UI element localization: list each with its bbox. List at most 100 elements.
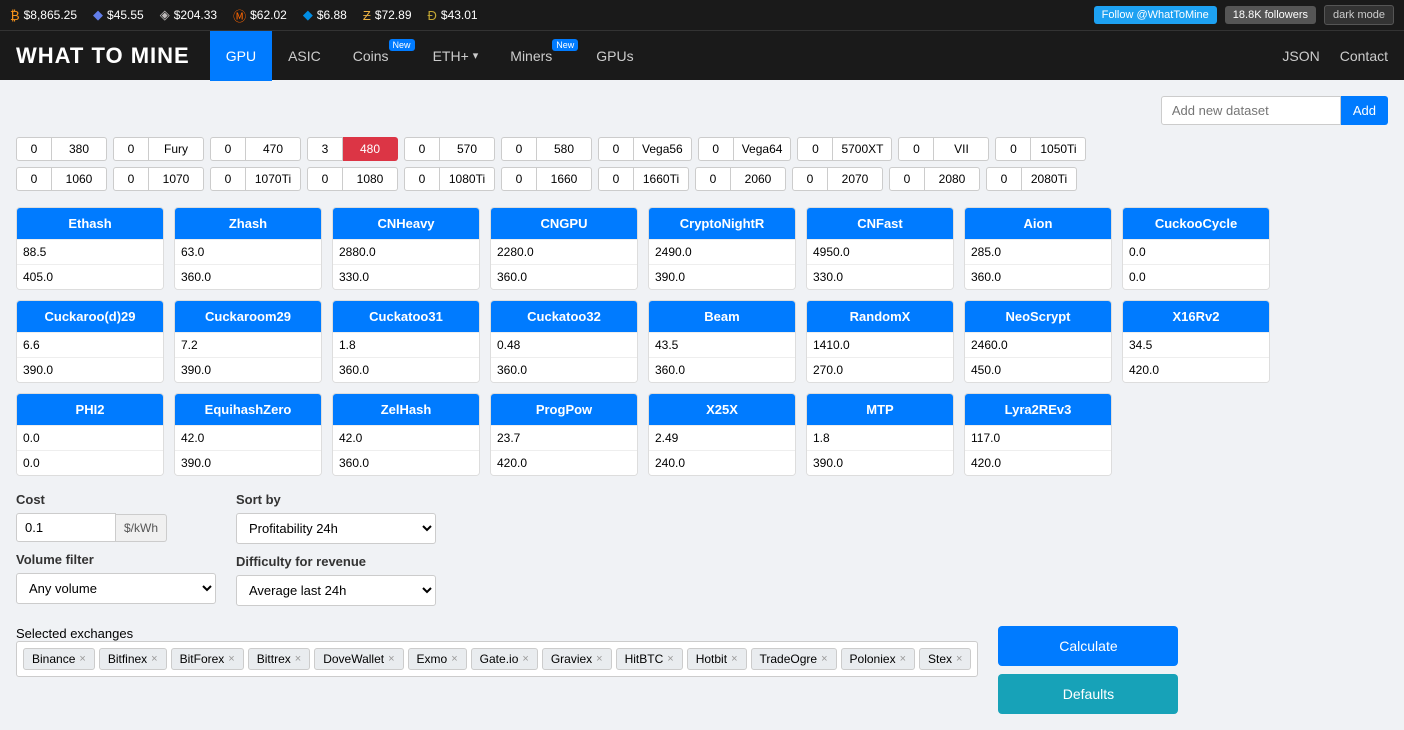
algo-power-input-x16rv2[interactable] xyxy=(1123,358,1270,382)
algo-power-input-beam[interactable] xyxy=(649,358,796,382)
gpu-count-1660[interactable] xyxy=(501,167,537,191)
algo-hashrate-input-cuckcocycle[interactable] xyxy=(1123,240,1270,264)
algo-hashrate-input-cuckatoo31[interactable] xyxy=(333,333,480,357)
difficulty-select[interactable]: Average last 24h Current difficulty Aver… xyxy=(236,575,436,606)
gpu-count-vii[interactable] xyxy=(898,137,934,161)
gpu-count-1070[interactable] xyxy=(113,167,149,191)
algo-hashrate-input-progpow[interactable] xyxy=(491,426,638,450)
algo-hashrate-input-cuckarood29[interactable] xyxy=(17,333,164,357)
tab-ethplus[interactable]: ETH+ ▾ xyxy=(417,31,495,81)
gpu-count-2060[interactable] xyxy=(695,167,731,191)
algo-hashrate-input-cngpu[interactable] xyxy=(491,240,638,264)
gpu-count-470[interactable] xyxy=(210,137,246,161)
algo-header-aion[interactable]: Aion xyxy=(965,208,1111,239)
tab-asic[interactable]: ASIC xyxy=(272,31,337,81)
exchange-remove-stex[interactable]: × xyxy=(956,653,962,665)
algo-power-input-cnheavy[interactable] xyxy=(333,265,480,289)
algo-header-equihashzero[interactable]: EquihashZero xyxy=(175,394,321,425)
algo-hashrate-input-ethash[interactable] xyxy=(17,240,164,264)
algo-header-x16rv2[interactable]: X16Rv2 xyxy=(1123,301,1269,332)
algo-power-input-lyra2rev3[interactable] xyxy=(965,451,1112,475)
tab-coins[interactable]: Coins New xyxy=(337,31,417,81)
algo-hashrate-input-x16rv2[interactable] xyxy=(1123,333,1270,357)
gpu-count-580[interactable] xyxy=(501,137,537,161)
algo-hashrate-input-lyra2rev3[interactable] xyxy=(965,426,1112,450)
algo-header-cngpu[interactable]: CNGPU xyxy=(491,208,637,239)
algo-header-cuckaroom29[interactable]: Cuckaroom29 xyxy=(175,301,321,332)
gpu-count-2080ti[interactable] xyxy=(986,167,1022,191)
gpu-count-fury[interactable] xyxy=(113,137,149,161)
sort-select[interactable]: Profitability 24h Profitability 1h Reven… xyxy=(236,513,436,544)
algo-header-phi2[interactable]: PHI2 xyxy=(17,394,163,425)
exchange-remove-graviex[interactable]: × xyxy=(596,653,602,665)
add-dataset-button[interactable]: Add xyxy=(1341,96,1388,125)
cost-input[interactable] xyxy=(16,513,116,542)
algo-power-input-cuckatoo31[interactable] xyxy=(333,358,480,382)
gpu-count-vega64[interactable] xyxy=(698,137,734,161)
exchange-remove-bittrex[interactable]: × xyxy=(295,653,301,665)
gpu-count-1080[interactable] xyxy=(307,167,343,191)
gpu-count-1070ti[interactable] xyxy=(210,167,246,191)
algo-header-zelhash[interactable]: ZelHash xyxy=(333,394,479,425)
algo-power-input-cuckarood29[interactable] xyxy=(17,358,164,382)
algo-power-input-randomx[interactable] xyxy=(807,358,954,382)
algo-header-cnfast[interactable]: CNFast xyxy=(807,208,953,239)
algo-power-input-x25x[interactable] xyxy=(649,451,796,475)
exchange-remove-hotbit[interactable]: × xyxy=(731,653,737,665)
algo-hashrate-input-cuckaroom29[interactable] xyxy=(175,333,322,357)
algo-hashrate-input-cnheavy[interactable] xyxy=(333,240,480,264)
algo-header-beam[interactable]: Beam xyxy=(649,301,795,332)
algo-hashrate-input-mtp[interactable] xyxy=(807,426,954,450)
algo-header-cuckarood29[interactable]: Cuckaroo(d)29 xyxy=(17,301,163,332)
gpu-count-2070[interactable] xyxy=(792,167,828,191)
gpu-count-1060[interactable] xyxy=(16,167,52,191)
algo-header-neoscrypt[interactable]: NeoScrypt xyxy=(965,301,1111,332)
algo-power-input-aion[interactable] xyxy=(965,265,1112,289)
dataset-input[interactable] xyxy=(1161,96,1341,125)
nav-json[interactable]: JSON xyxy=(1282,48,1319,64)
algo-power-input-cuckaroom29[interactable] xyxy=(175,358,322,382)
calculate-button[interactable]: Calculate xyxy=(998,626,1178,666)
algo-hashrate-input-cnfast[interactable] xyxy=(807,240,954,264)
algo-header-cnheavy[interactable]: CNHeavy xyxy=(333,208,479,239)
exchange-remove-tradeogre[interactable]: × xyxy=(821,653,827,665)
nav-contact[interactable]: Contact xyxy=(1340,48,1388,64)
gpu-count-1660ti[interactable] xyxy=(598,167,634,191)
algo-header-x25x[interactable]: X25X xyxy=(649,394,795,425)
algo-power-input-cngpu[interactable] xyxy=(491,265,638,289)
algo-power-input-cuckcocycle[interactable] xyxy=(1123,265,1270,289)
algo-hashrate-input-phi2[interactable] xyxy=(17,426,164,450)
algo-power-input-mtp[interactable] xyxy=(807,451,954,475)
exchange-remove-binance[interactable]: × xyxy=(79,653,85,665)
exchange-remove-hitbtc[interactable]: × xyxy=(667,653,673,665)
algo-hashrate-input-equihashzero[interactable] xyxy=(175,426,322,450)
exchange-remove-poloniex[interactable]: × xyxy=(900,653,906,665)
algo-header-cuckcocycle[interactable]: CuckooCycle xyxy=(1123,208,1269,239)
algo-header-ethash[interactable]: Ethash xyxy=(17,208,163,239)
algo-power-input-phi2[interactable] xyxy=(17,451,164,475)
algo-hashrate-input-aion[interactable] xyxy=(965,240,1112,264)
algo-header-progpow[interactable]: ProgPow xyxy=(491,394,637,425)
algo-power-input-neoscrypt[interactable] xyxy=(965,358,1112,382)
algo-hashrate-input-randomx[interactable] xyxy=(807,333,954,357)
gpu-count-1080ti[interactable] xyxy=(404,167,440,191)
gpu-count-570[interactable] xyxy=(404,137,440,161)
gpu-count-vega56[interactable] xyxy=(598,137,634,161)
algo-hashrate-input-zhash[interactable] xyxy=(175,240,322,264)
exchange-remove-bitforex[interactable]: × xyxy=(228,653,234,665)
algo-power-input-equihashzero[interactable] xyxy=(175,451,322,475)
gpu-count-380[interactable] xyxy=(16,137,52,161)
algo-header-cuckatoo32[interactable]: Cuckatoo32 xyxy=(491,301,637,332)
exchange-remove-dovewallet[interactable]: × xyxy=(388,653,394,665)
algo-power-input-cnfast[interactable] xyxy=(807,265,954,289)
exchange-remove-exmo[interactable]: × xyxy=(451,653,457,665)
algo-hashrate-input-neoscrypt[interactable] xyxy=(965,333,1112,357)
algo-power-input-zelhash[interactable] xyxy=(333,451,480,475)
algo-power-input-cuckatoo32[interactable] xyxy=(491,358,638,382)
gpu-count-1050ti[interactable] xyxy=(995,137,1031,161)
algo-header-cuckatoo31[interactable]: Cuckatoo31 xyxy=(333,301,479,332)
algo-hashrate-input-cryptonightr[interactable] xyxy=(649,240,796,264)
tab-gpu[interactable]: GPU xyxy=(210,31,272,81)
exchange-remove-gateio[interactable]: × xyxy=(522,653,528,665)
algo-power-input-zhash[interactable] xyxy=(175,265,322,289)
